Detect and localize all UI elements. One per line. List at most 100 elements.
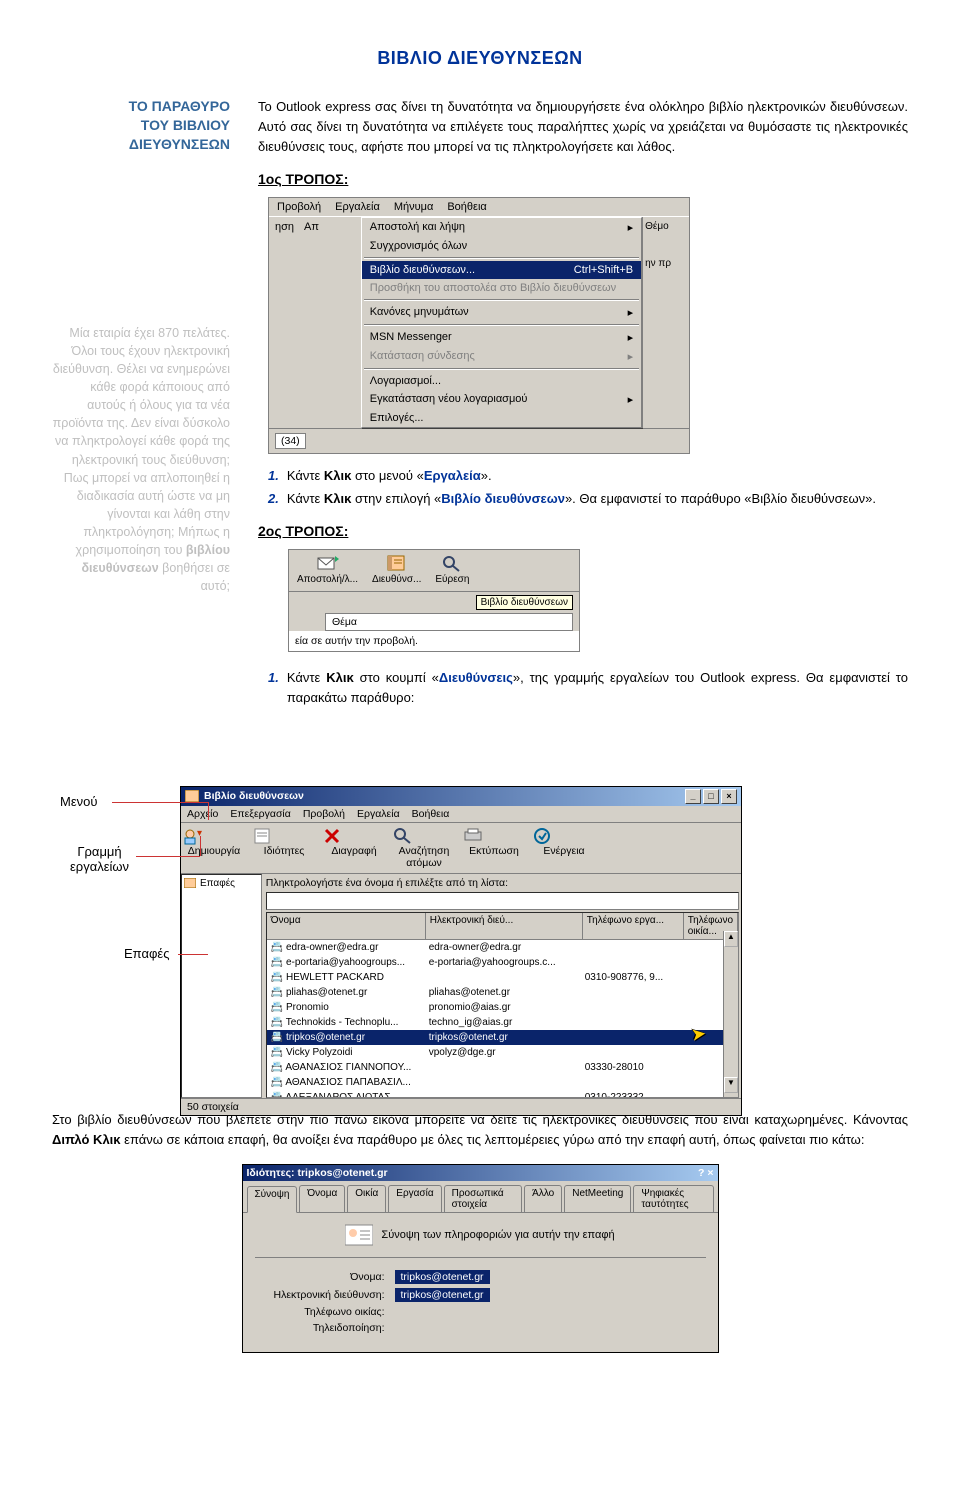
prop-tab[interactable]: NetMeeting <box>564 1185 631 1212</box>
menu-item[interactable]: Αποστολή και λήψη▸ <box>362 218 641 237</box>
submenu-arrow-icon: ▸ <box>628 221 634 234</box>
ab-cell <box>581 1031 681 1044</box>
ab-menu-item[interactable]: Βοήθεια <box>412 808 450 820</box>
toolbar-button-label: Διαγραφή <box>323 845 385 857</box>
menu-item[interactable]: MSN Messenger▸ <box>362 328 641 347</box>
close-button[interactable]: × <box>721 789 737 804</box>
ab-cell: 0310-223332 <box>581 1091 681 1098</box>
prop-tab[interactable]: Οικία <box>347 1185 386 1212</box>
scroll-down-button[interactable]: ▼ <box>724 1077 738 1093</box>
tb-find-button[interactable]: Εύρεση <box>435 554 469 585</box>
prop-close-button[interactable]: × <box>707 1167 713 1179</box>
oe-menu-message[interactable]: Μήνυμα <box>394 201 434 213</box>
ab-cell: pronomio@aias.gr <box>425 1001 581 1014</box>
find-icon <box>441 554 463 572</box>
ab-contact-row[interactable]: 📇 edra-owner@edra.gredra-owner@edra.gr <box>267 940 738 955</box>
method-1-steps: 1.Κάντε Κλικ στο μενού «Εργαλεία».2.Κάντ… <box>268 466 908 508</box>
ab-contact-row[interactable]: 📇 ΑΛΕΞΑΝΔΡΟΣ ΛΙΩΤΑΣ0310-223332 <box>267 1090 738 1098</box>
ab-toolbar-button[interactable]: Ενέργεια <box>533 827 595 869</box>
annotation-contacts: Επαφές <box>124 946 169 961</box>
ab-search-input[interactable] <box>266 892 739 910</box>
tb-addresses-button[interactable]: Διευθύνσ... <box>372 554 421 585</box>
method-1-heading: 1ος ΤΡΟΠΟΣ: <box>258 171 908 187</box>
ab-cell: 📇 edra-owner@edra.gr <box>267 941 425 954</box>
prop-tab[interactable]: Σύνοψη <box>247 1186 298 1213</box>
prop-help-button[interactable]: ? <box>698 1167 704 1179</box>
ab-contact-row[interactable]: 📇 ΑΘΑΝΑΣΙΟΣ ΠΑΠΑΒΑΣΙΛ... <box>267 1075 738 1090</box>
menu-item[interactable]: Εγκατάσταση νέου λογαριασμού▸ <box>362 390 641 409</box>
ab-menu-item[interactable]: Προβολή <box>303 808 345 820</box>
menu-item[interactable]: Κανόνες μηνυμάτων▸ <box>362 303 641 322</box>
ab-toolbar-button[interactable]: Αναζήτηση ατόμων <box>393 827 455 869</box>
menu-separator <box>364 257 639 259</box>
ab-contact-row[interactable]: 📇 e-portaria@yahoogroups...e-portaria@ya… <box>267 955 738 970</box>
ab-toolbar-button[interactable]: Εκτύπωση <box>463 827 525 869</box>
ab-cell: 📇 ΑΘΑΝΑΣΙΟΣ ΠΑΠΑΒΑΣΙΛ... <box>267 1076 425 1089</box>
step-number: 1. <box>268 668 279 708</box>
tb-footer-text: εία σε αυτήν την προβολή. <box>289 631 579 651</box>
prop-tab[interactable]: Ψηφιακές ταυτότητες <box>633 1185 713 1212</box>
tb-send-receive-button[interactable]: Αποστολή/λ... <box>297 554 358 585</box>
ab-contact-row[interactable]: 📇 Technokids - Technoplu...techno_ig@aia… <box>267 1015 738 1030</box>
oe-menu-view[interactable]: Προβολή <box>277 201 321 213</box>
ab-cell: 📇 e-portaria@yahoogroups... <box>267 956 425 969</box>
ab-cell: e-portaria@yahoogroups.c... <box>425 956 581 969</box>
menu-item[interactable]: Επιλογές... <box>362 409 641 427</box>
menu-item[interactable]: Λογαριασμοί... <box>362 372 641 390</box>
ab-contact-row[interactable]: 📇 Pronomiopronomio@aias.gr <box>267 1000 738 1015</box>
ab-col-phone-work[interactable]: Τηλέφωνο εργα... <box>583 913 684 939</box>
ab-menu-item[interactable]: Αρχείο <box>187 808 218 820</box>
ab-cell <box>581 986 681 999</box>
ab-contact-row[interactable]: 📇 pliahas@otenet.grpliahas@otenet.gr <box>267 985 738 1000</box>
scroll-up-button[interactable]: ▲ <box>724 931 738 947</box>
oe-stub-2: Απ <box>304 221 319 424</box>
toolbar-icon <box>323 827 385 845</box>
ab-scrollbar[interactable]: ▲ ▼ <box>723 931 738 1097</box>
ab-contact-row[interactable]: 📇 Vicky Polyzoidivpolyz@dge.gr <box>267 1045 738 1060</box>
prop-tab-strip: ΣύνοψηΌνομαΟικίαΕργασίαΠροσωπικά στοιχεί… <box>243 1181 718 1213</box>
ab-cell: 📇 pliahas@otenet.gr <box>267 986 425 999</box>
oe-menu-help[interactable]: Βοήθεια <box>447 201 486 213</box>
address-book-window: Βιβλίο διευθύνσεων _ □ × ΑρχείοΕπεξεργασ… <box>180 786 742 1116</box>
annotation-menu-line <box>112 802 208 803</box>
menu-item[interactable]: Συγχρονισμός όλων <box>362 237 641 255</box>
ab-contact-row[interactable]: 📇 ΑΘΑΝΑΣΙΟΣ ΓΙΑΝΝΟΠΟΥ...03330-28010 <box>267 1060 738 1075</box>
maximize-button[interactable]: □ <box>703 789 719 804</box>
ab-contact-row[interactable]: 📇 HEWLETT PACKARD0310-908776, 9... <box>267 970 738 985</box>
ab-toolbar-button[interactable]: Διαγραφή <box>323 827 385 869</box>
address-book-title-icon <box>185 790 199 802</box>
ab-cell <box>581 1046 681 1059</box>
prop-tab[interactable]: Όνομα <box>299 1185 345 1212</box>
ab-cell: 📇 HEWLETT PACKARD <box>267 971 425 984</box>
prop-tab[interactable]: Άλλο <box>524 1185 562 1212</box>
prop-tab[interactable]: Εργασία <box>388 1185 441 1212</box>
prop-caption: Σύνοψη των πληροφοριών για αυτήν την επα… <box>255 1223 706 1258</box>
menu-item[interactable]: Βιβλίο διευθύνσεων...Ctrl+Shift+B <box>362 261 641 279</box>
ab-cell <box>581 956 681 969</box>
ab-col-email[interactable]: Ηλεκτρονική διεύ... <box>426 913 583 939</box>
tb-send-receive-label: Αποστολή/λ... <box>297 574 358 585</box>
minimize-button[interactable]: _ <box>685 789 701 804</box>
menu-separator <box>364 299 639 301</box>
toolbar-button-label: Ενέργεια <box>533 845 595 857</box>
ab-menu-item[interactable]: Εργαλεία <box>357 808 400 820</box>
ab-cell <box>425 1091 581 1098</box>
ab-folder-pane: Επαφές <box>181 874 262 1098</box>
prop-tab[interactable]: Προσωπικά στοιχεία <box>444 1185 523 1212</box>
ab-contact-row[interactable]: 📇 tripkos@otenet.grtripkos@otenet.gr <box>267 1030 738 1045</box>
annotation-contacts-line <box>178 954 208 955</box>
ab-col-name[interactable]: Όνομα <box>267 913 426 939</box>
oe-menu-tools[interactable]: Εργαλεία <box>335 201 380 213</box>
step-number: 2. <box>268 489 279 509</box>
ab-toolbar-button[interactable]: Ιδιότητες <box>253 827 315 869</box>
menu-item-label: Βιβλίο διευθύνσεων... <box>370 264 475 276</box>
menu-item-label: Επιλογές... <box>370 412 424 424</box>
ab-toolbar-button[interactable]: ▾Δημιουργία <box>183 827 245 869</box>
step: 1.Κάντε Κλικ στο μενού «Εργαλεία». <box>268 466 908 486</box>
ab-folder-contacts[interactable]: Επαφές <box>184 877 259 890</box>
ab-menu-item[interactable]: Επεξεργασία <box>230 808 291 820</box>
ab-cell <box>581 1001 681 1014</box>
paragraph-below-window: Στο βιβλίο διευθύνσεων που βλέπετε στην … <box>52 1110 908 1150</box>
prop-field-value: tripkos@otenet.gr <box>395 1288 490 1302</box>
method-2-heading: 2ος ΤΡΟΠΟΣ: <box>258 523 908 539</box>
